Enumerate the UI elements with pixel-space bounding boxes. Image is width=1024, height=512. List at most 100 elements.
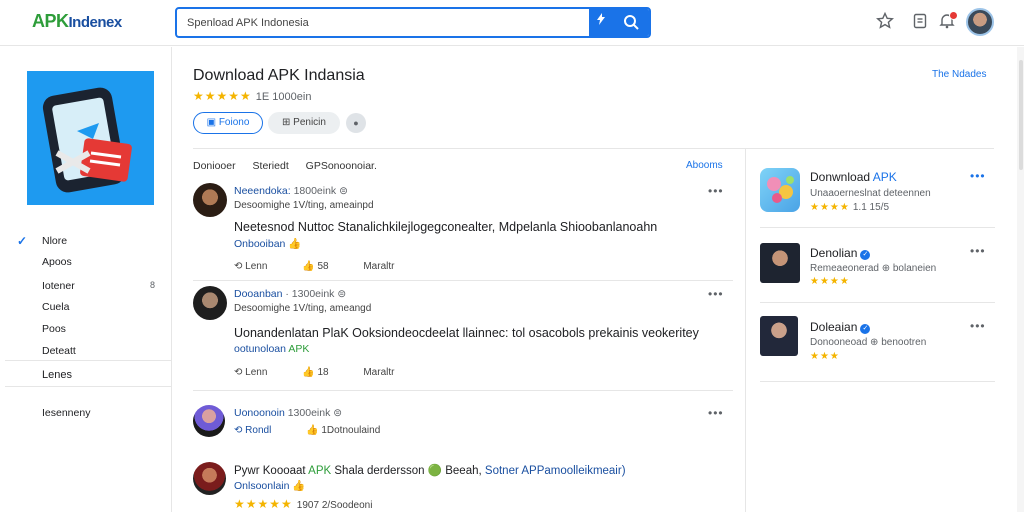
post-divider (193, 280, 733, 281)
post-tag[interactable]: ootunoloan APK (234, 343, 309, 355)
sidebar-item-1[interactable]: Apoos (42, 256, 72, 268)
post-rating: ★★★★★ 1907 2/Soodeoni (234, 497, 373, 511)
post-body: Uonandenlatan PlaK Ooksiondeocdeelat lla… (234, 326, 699, 340)
right-divider (760, 227, 995, 228)
tab-0[interactable]: Doniooer (193, 160, 236, 172)
post-menu-icon[interactable]: ••• (708, 184, 724, 198)
top-right-link[interactable]: The Ndades (932, 69, 986, 80)
sidebar-item-3[interactable]: Cuela (42, 301, 69, 313)
post-avatar[interactable] (193, 286, 227, 320)
verified-icon: ✓ (860, 324, 871, 334)
search-bar (175, 7, 651, 38)
selected-check-icon: ✓ (17, 234, 28, 248)
post-actions: ⟲ Rondl 👍 1Dotnoulaind (234, 425, 412, 436)
post-body: Neetesnod Nuttoc Stanalichkilejlogegcone… (234, 220, 658, 234)
like-button[interactable]: 👍 1Dotnoulaind (306, 425, 396, 436)
app-rating: ★★★★★ 1E 1000ein (193, 89, 311, 103)
post-subtitle: Desoomighe 1V/ting, ameangd (234, 303, 372, 314)
post-author[interactable]: Uonoonoin 1300eink ⊜ (234, 407, 342, 419)
sidebar-item-7[interactable]: Iesenneny (42, 407, 90, 419)
sidebar-item-0[interactable]: Nlore (42, 235, 67, 247)
sidebar-item-4[interactable]: Poos (42, 323, 66, 335)
post-menu-icon[interactable]: ••• (708, 287, 724, 301)
notification-badge (949, 11, 958, 20)
related-app-subtitle: Unaaoerneslnat deteennen (810, 188, 931, 199)
more-icon: ● (353, 118, 359, 128)
sidebar-item-2[interactable]: Iotener (42, 280, 75, 292)
sidebar-item-2-badge: 8 (150, 280, 156, 290)
post-actions: ⟲ Lenn 👍 58 Maraltr (234, 261, 410, 272)
star-icon[interactable] (875, 11, 895, 32)
search-button[interactable] (613, 9, 649, 36)
post-subtitle: Desoomighe 1V/ting, ameainpd (234, 200, 374, 211)
like-button[interactable]: 👍 58 (302, 261, 344, 272)
post-tag[interactable]: Onbooiban 👍 (234, 237, 301, 250)
logo-apk-text: APK (32, 11, 69, 31)
card-menu-icon[interactable]: ••• (970, 169, 986, 183)
related-user-name: Doleaian ✓ (810, 320, 871, 334)
page-title: Download APK Indansia (193, 67, 365, 84)
user-avatar[interactable] (966, 8, 994, 36)
top-bar: APKIndenex (0, 0, 1024, 46)
related-app-rating: ★★★★ 1.1 15/5 (810, 202, 890, 213)
like-button[interactable]: 👍 18 (302, 367, 344, 378)
site-logo[interactable]: APKIndenex (32, 11, 122, 32)
search-input[interactable] (187, 14, 587, 32)
sidebar-item-6[interactable]: Lenes (42, 369, 72, 381)
share-button[interactable]: ⊞ Penicin (268, 112, 340, 134)
tab-1[interactable]: Steriedt (253, 160, 289, 172)
share-icon: ⊞ (282, 117, 294, 128)
related-user-rating: ★★★★ (810, 276, 850, 287)
right-divider (760, 302, 995, 303)
info-icon: ⊜ (337, 288, 347, 300)
reply-button[interactable]: ⟲ Lenn (234, 367, 283, 378)
follow-icon: ▣ (206, 117, 219, 128)
related-user-photo (760, 316, 798, 356)
reply-button[interactable]: ⟲ Rondl (234, 425, 287, 436)
rating-stars: ★★★★★ (193, 89, 252, 103)
left-sidebar: ✓ Nlore Apoos Iotener 8 Cuela Poos Detea… (0, 47, 172, 512)
report-button[interactable]: Maraltr (363, 367, 394, 378)
post-author[interactable]: Neeendoka: 1800eink ⊜ (234, 185, 348, 197)
related-user-rating: ★★★ (810, 351, 840, 362)
post-divider (193, 390, 733, 391)
logo-brand-text: Indenex (68, 14, 123, 31)
content-tabs: Doniooer Steriedt GPSonoonoiar. (193, 160, 391, 172)
post-avatar[interactable] (193, 183, 227, 217)
related-app-title: Donwnload APK (810, 170, 897, 184)
search-icon (624, 15, 639, 30)
follow-label: Foiono (218, 117, 250, 128)
card-menu-icon[interactable]: ••• (970, 244, 986, 258)
related-user-subtitle: Remeaeonerad ⊕ bolaneien (810, 263, 937, 274)
sidebar-item-5[interactable]: Deteatt (42, 345, 76, 357)
tabs-link[interactable]: Abooms (686, 160, 723, 171)
post-avatar[interactable] (193, 462, 226, 495)
card-menu-icon[interactable]: ••• (970, 319, 986, 333)
follow-button[interactable]: ▣ Foiono (193, 112, 263, 134)
post-tag[interactable]: Onlsoonlain 👍 (234, 479, 305, 492)
related-user-photo (760, 243, 800, 283)
post-avatar[interactable] (193, 405, 225, 437)
related-user-name: Denolian ✓ (810, 246, 871, 260)
info-icon: ⊜ (333, 407, 343, 419)
report-button[interactable]: Maraltr (363, 261, 394, 272)
post-actions: ⟲ Lenn 👍 18 Maraltr (234, 367, 410, 378)
info-icon: ⊜ (339, 185, 348, 197)
rating-count: 1E 1000ein (255, 91, 312, 103)
bolt-icon (597, 13, 605, 25)
tab-2[interactable]: GPSonoonoiar. (306, 160, 377, 172)
scrollbar-thumb[interactable] (1019, 60, 1023, 170)
post-author[interactable]: Dooanban · 1300eink ⊜ (234, 288, 346, 300)
sidebar-divider (5, 360, 172, 361)
reply-button[interactable]: ⟲ Lenn (234, 261, 283, 272)
related-app-icon (760, 168, 800, 212)
post-menu-icon[interactable]: ••• (708, 406, 724, 420)
verified-icon: ✓ (860, 250, 871, 260)
sidebar-divider (5, 386, 172, 387)
more-options-button[interactable]: ● (346, 113, 366, 133)
related-user-subtitle: Donooneoad ⊕ benootren (810, 337, 927, 348)
main-divider (193, 148, 994, 149)
flash-search-button[interactable] (589, 9, 613, 36)
post-body: Pywr Koooaat APK Shala derdersson 🟢 Beea… (234, 465, 626, 477)
bookmark-icon[interactable] (910, 12, 930, 32)
